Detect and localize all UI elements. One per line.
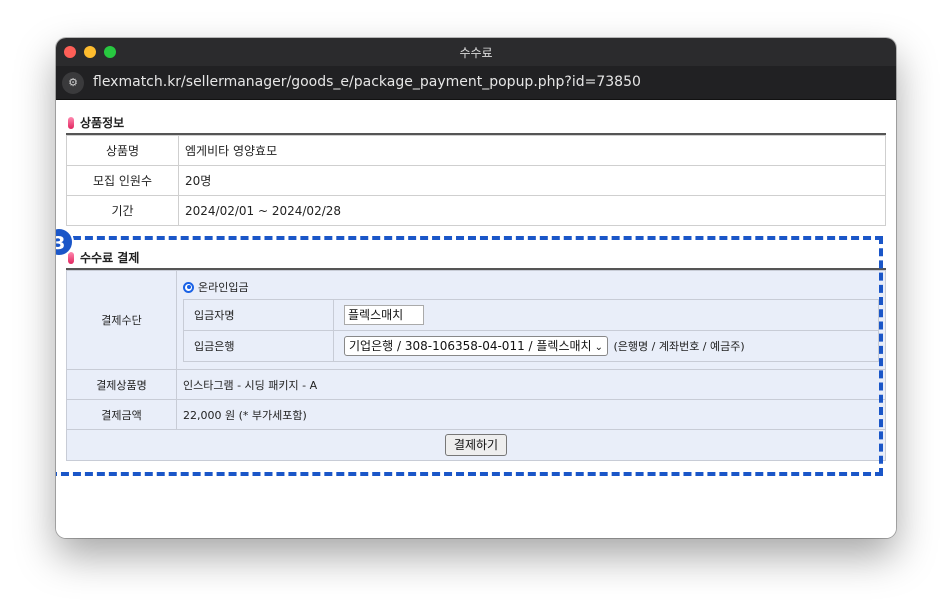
- bank-select[interactable]: 기업은행 / 308-106358-04-011 / 플렉스매치 ⌄: [344, 335, 608, 356]
- product-section-title: 상품정보: [80, 116, 125, 130]
- table-row: 결제수단 온라인입금 입금자명 플렉스매치 입금은행 기업은행 / 308-10…: [66, 270, 886, 370]
- page-content: 상품정보 상품명 엠게비타 영양효모 모집 인원수 20명 기간 2024/02…: [56, 100, 896, 538]
- row-value: 엠게비타 영양효모: [178, 135, 886, 166]
- table-row: 기간 2024/02/01 ~ 2024/02/28: [66, 195, 886, 226]
- popup-window: 수수료 ⚙ flexmatch.kr/sellermanager/goods_e…: [56, 38, 896, 538]
- address-bar: ⚙ flexmatch.kr/sellermanager/goods_e/pac…: [56, 66, 896, 100]
- table-row: 상품명 엠게비타 영양효모: [66, 135, 886, 166]
- title-bar: 수수료: [56, 38, 896, 66]
- pay-button[interactable]: 결제하기: [444, 434, 508, 456]
- bank-label: 입금은행: [183, 329, 334, 362]
- method-label: 결제수단: [66, 270, 177, 370]
- product-name-value: 인스타그램 - 시딩 패키지 - A: [176, 369, 886, 400]
- product-section-heading: 상품정보: [68, 114, 124, 131]
- table-row: 입금은행 기업은행 / 308-106358-04-011 / 플렉스매치 ⌄ (…: [183, 329, 879, 362]
- online-deposit-option[interactable]: 온라인입금: [183, 279, 879, 299]
- bullet-pill-icon: [68, 252, 74, 264]
- table-row: 입금자명 플렉스매치: [183, 298, 879, 331]
- amount-value: 22,000 원 (* 부가세포함): [176, 399, 886, 430]
- row-label: 상품명: [66, 135, 179, 166]
- bank-hint: (은행명 / 계좌번호 / 예금주): [613, 339, 745, 353]
- depositor-input[interactable]: 플렉스매치: [344, 304, 424, 325]
- row-value: 20명: [178, 165, 886, 196]
- site-settings-icon[interactable]: ⚙: [62, 72, 84, 94]
- method-cell: 온라인입금 입금자명 플렉스매치 입금은행 기업은행 / 308-106358-…: [176, 270, 886, 370]
- payment-section-heading: 수수료 결제: [68, 249, 139, 266]
- depositor-cell: 플렉스매치: [333, 298, 879, 331]
- amount-label: 결제금액: [66, 399, 177, 430]
- bank-select-value: 기업은행 / 308-106358-04-011 / 플렉스매치: [349, 338, 592, 353]
- product-info-table: 상품명 엠게비타 영양효모 모집 인원수 20명 기간 2024/02/01 ~…: [66, 135, 886, 226]
- row-value: 2024/02/01 ~ 2024/02/28: [178, 195, 886, 226]
- radio-label: 온라인입금: [198, 280, 249, 294]
- window-title: 수수료: [459, 46, 493, 60]
- deposit-detail-table: 입금자명 플렉스매치 입금은행 기업은행 / 308-106358-04-011…: [183, 298, 879, 362]
- payment-section-title: 수수료 결제: [80, 251, 140, 265]
- row-label: 기간: [66, 195, 179, 226]
- table-row: 모집 인원수 20명: [66, 165, 886, 196]
- url-text[interactable]: flexmatch.kr/sellermanager/goods_e/packa…: [93, 74, 641, 90]
- chevron-down-icon: ⌄: [594, 341, 603, 353]
- table-row: 결제하기: [66, 429, 886, 461]
- bank-cell: 기업은행 / 308-106358-04-011 / 플렉스매치 ⌄ (은행명 /…: [333, 329, 879, 362]
- bullet-pill-icon: [68, 117, 74, 129]
- table-row: 결제상품명 인스타그램 - 시딩 패키지 - A: [66, 369, 886, 400]
- depositor-label: 입금자명: [183, 298, 334, 331]
- button-cell: 결제하기: [66, 429, 886, 461]
- table-row: 결제금액 22,000 원 (* 부가세포함): [66, 399, 886, 430]
- radio-selected-icon[interactable]: [183, 281, 194, 293]
- payment-table: 결제수단 온라인입금 입금자명 플렉스매치 입금은행 기업은행 / 308-10…: [66, 270, 886, 461]
- row-label: 모집 인원수: [66, 165, 179, 196]
- product-name-label: 결제상품명: [66, 369, 177, 400]
